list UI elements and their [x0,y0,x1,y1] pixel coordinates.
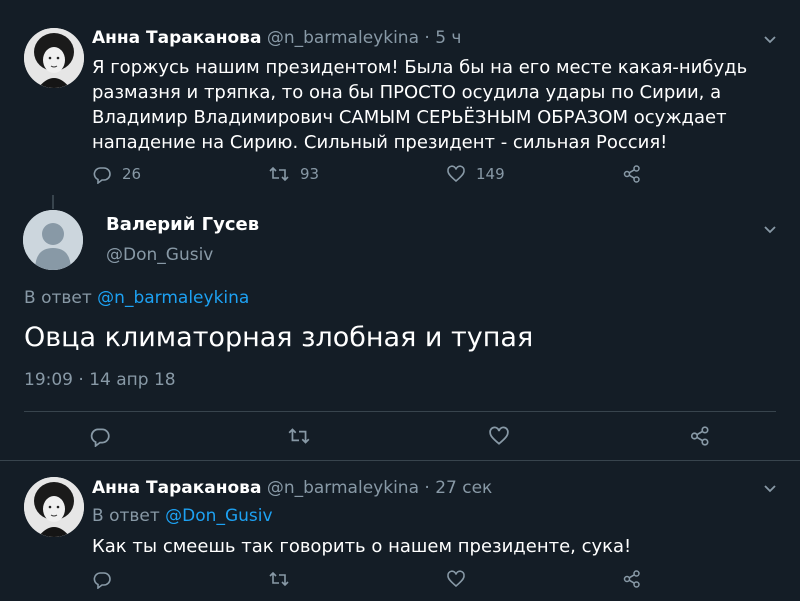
like-count: 149 [476,165,505,183]
tweet-time[interactable]: · 5 ч [424,28,461,48]
retweet-icon [288,428,310,444]
retweet-button[interactable]: 93 [268,162,319,186]
retweet-button[interactable] [268,567,290,591]
like-button[interactable] [446,567,466,591]
reply-prefix: В ответ [24,288,92,308]
reply-mention-link[interactable]: @Don_Gusiv [165,506,272,526]
author-handle[interactable]: @n_barmaleykina [267,478,419,498]
tweet-actions [0,567,800,591]
share-button[interactable] [689,424,711,448]
reply-button[interactable] [92,567,112,591]
tweet-3[interactable]: Анна Тараканова @n_barmaleykina · 27 сек… [0,461,800,601]
tweet-timestamp[interactable]: 19:09 · 14 апр 18 [24,370,176,390]
avatar[interactable] [24,477,84,537]
reply-icon [93,572,111,589]
retweet-count: 93 [300,165,320,183]
share-icon [690,426,709,446]
reply-count: 26 [122,165,142,183]
tweet-1[interactable]: Анна Тараканова @n_barmaleykina · 5 ч Я … [0,0,800,196]
like-button[interactable] [488,424,510,448]
like-button[interactable]: 149 [446,162,505,186]
reply-prefix: В ответ [92,506,160,526]
reply-button[interactable] [89,424,111,448]
share-button[interactable] [622,567,642,591]
retweet-icon [269,166,289,182]
share-icon [623,165,640,183]
avatar[interactable] [23,210,83,270]
retweet-icon [269,571,289,587]
reply-to-line: В ответ @n_barmaleykina [24,288,249,308]
author-name[interactable]: Анна Тараканова [92,28,261,48]
chevron-down-icon[interactable] [762,34,778,46]
tweet-text: Я горжусь нашим президентом! Была бы на … [92,57,748,153]
tweet-text: Овца климаторная злобная и тупая [24,322,534,353]
tweet-time[interactable]: · 27 сек [424,478,492,498]
tweet-actions [0,424,800,448]
author-handle[interactable]: @n_barmaleykina [267,28,419,48]
tweet-header: Анна Тараканова @n_barmaleykina · 5 ч [92,28,461,48]
tweet-text: Как ты смеешь так говорить о нашем прези… [92,536,632,557]
heart-icon [489,426,509,445]
heart-icon [447,165,465,183]
share-icon [623,570,640,588]
reply-icon [93,167,111,184]
author-name[interactable]: Анна Тараканова [92,478,261,498]
author-name[interactable]: Валерий Гусев [106,214,259,235]
heart-icon [447,570,465,588]
reply-mention-link[interactable]: @n_barmaleykina [97,288,249,308]
tweet-actions: 26 93 149 [0,162,800,186]
reply-to-line: В ответ @Don_Gusiv [92,506,273,526]
chevron-down-icon[interactable] [762,224,778,236]
share-button[interactable] [622,162,642,186]
chevron-down-icon[interactable] [762,483,778,495]
retweet-button[interactable] [287,424,311,448]
author-handle[interactable]: @Don_Gusiv [106,245,213,265]
reply-icon [90,428,110,447]
reply-button[interactable]: 26 [92,162,141,186]
tweet-2[interactable]: Валерий Гусев @Don_Gusiv В ответ @n_barm… [0,196,800,460]
avatar[interactable] [24,28,84,88]
tweet-header: Анна Тараканова @n_barmaleykina · 27 сек [92,478,492,498]
divider [24,411,776,412]
